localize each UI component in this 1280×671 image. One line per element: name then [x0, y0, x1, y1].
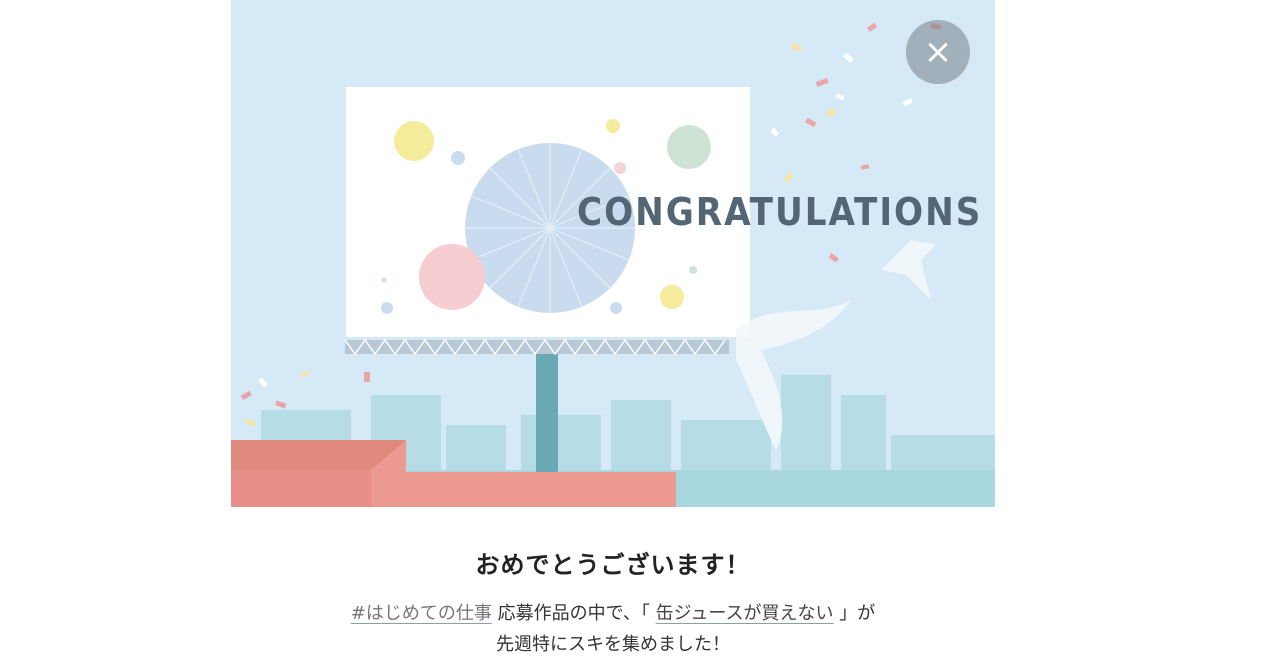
bird-shape	[736, 240, 936, 450]
close-icon[interactable]: ×	[924, 35, 953, 69]
message-line-1: #はじめての仕事 応募作品の中で、「 缶ジュースが買えない 」が	[231, 598, 995, 629]
message-text-end: 」が	[833, 603, 876, 624]
message-text: 応募作品の中で、「	[491, 603, 656, 624]
article-title-link[interactable]: 缶ジュースが買えない	[656, 603, 834, 624]
close-button[interactable]: ×	[906, 20, 970, 84]
billboard-headline: CONGRATULATIONS	[577, 190, 983, 234]
hashtag-link[interactable]: #はじめての仕事	[351, 603, 492, 624]
congratulations-title: おめでとうございます！	[475, 551, 751, 579]
congratulations-illustration: CONGRATULATIONS	[231, 0, 995, 507]
message-line-2: 先週特にスキを集めました！	[496, 634, 730, 655]
billboard-scene	[231, 22, 995, 507]
message-area: おめでとうございます！ #はじめての仕事 応募作品の中で、「 缶ジュースが買えな…	[231, 545, 995, 660]
congratulations-modal: CONGRATULATIONS × おめでとうございます！ #はじめての仕事 応…	[0, 0, 1280, 671]
